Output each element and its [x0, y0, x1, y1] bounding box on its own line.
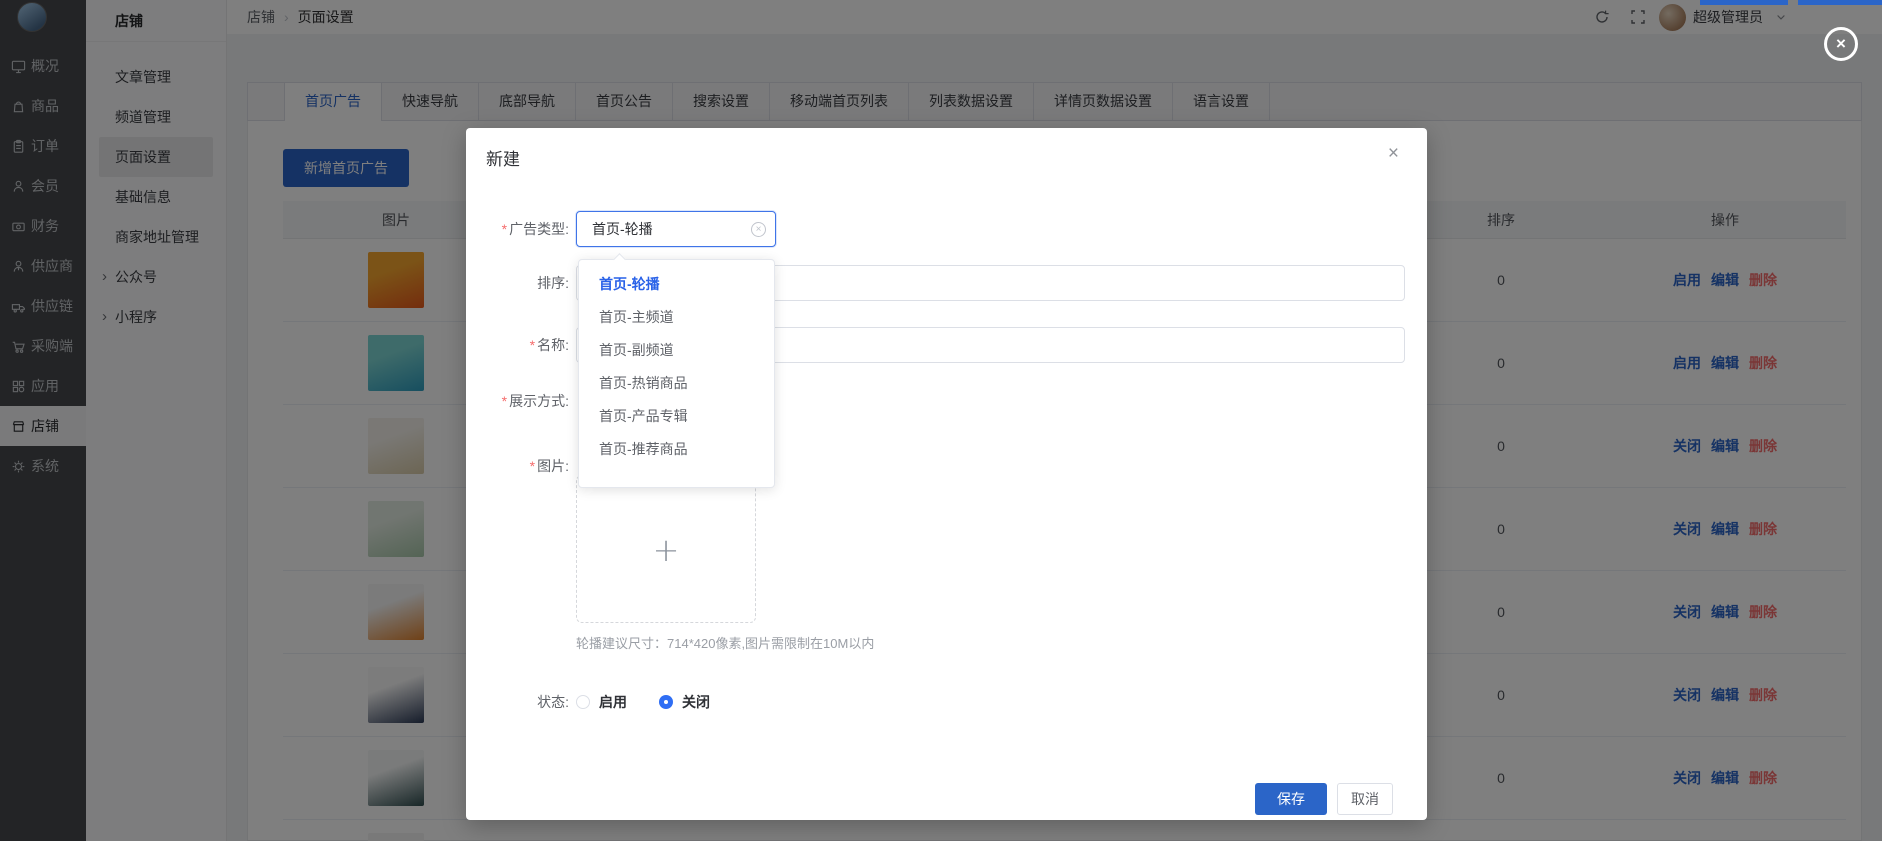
name-label: *名称:	[466, 327, 569, 363]
display-mode-label: *展示方式:	[466, 383, 569, 419]
ad-type-selected-value: 首页-轮播	[577, 212, 775, 246]
radio-icon[interactable]	[659, 695, 673, 709]
dropdown-option-首页-产品专辑[interactable]: 首页-产品专辑	[579, 400, 774, 433]
sort-label: 排序:	[466, 265, 569, 301]
app-root: 概况商品订单会员财务供应商供应链采购端应用店铺系统 店铺 文章管理频道管理页面设…	[0, 0, 1882, 841]
image-label: *图片:	[466, 448, 569, 484]
ad-type-select[interactable]: 首页-轮播 ×	[576, 211, 776, 247]
status-option-关闭[interactable]: 关闭	[659, 694, 742, 710]
close-preview-button[interactable]: ×	[1824, 27, 1858, 61]
dropdown-option-首页-热销商品[interactable]: 首页-热销商品	[579, 367, 774, 400]
cancel-button[interactable]: 取消	[1337, 783, 1393, 815]
dialog-title: 新建	[486, 145, 520, 170]
status-radio-group: 启用 关闭	[576, 684, 742, 720]
dropdown-option-首页-主频道[interactable]: 首页-主频道	[579, 301, 774, 334]
plus-icon: +	[577, 476, 755, 624]
radio-label: 启用	[599, 694, 627, 710]
ad-type-dropdown: 首页-轮播首页-主频道首页-副频道首页-热销商品首页-产品专辑首页-推荐商品	[578, 259, 775, 488]
dialog-close-icon[interactable]: ×	[1388, 144, 1399, 163]
clear-icon[interactable]: ×	[751, 222, 766, 237]
radio-icon[interactable]	[576, 695, 590, 709]
upload-hint: 轮播建议尺寸：714*420像素,图片需限制在10M以内	[576, 633, 874, 652]
dropdown-option-首页-副频道[interactable]: 首页-副频道	[579, 334, 774, 367]
dropdown-option-首页-推荐商品[interactable]: 首页-推荐商品	[579, 433, 774, 466]
save-button[interactable]: 保存	[1255, 783, 1327, 815]
top-blue-bar-left	[1700, 0, 1788, 5]
top-blue-bar-right	[1798, 0, 1882, 5]
dropdown-option-首页-轮播[interactable]: 首页-轮播	[579, 268, 774, 301]
status-option-启用[interactable]: 启用	[576, 694, 659, 710]
radio-label: 关闭	[682, 694, 710, 710]
close-icon: ×	[1836, 34, 1846, 53]
image-upload-box[interactable]: +	[576, 475, 756, 623]
status-label: 状态:	[466, 684, 569, 720]
ad-type-label: *广告类型:	[466, 211, 569, 247]
